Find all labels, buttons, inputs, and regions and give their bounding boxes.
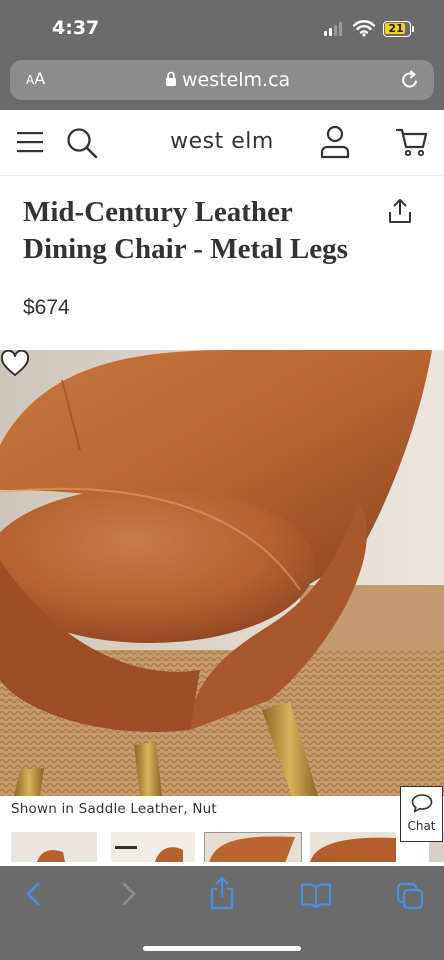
tabs-icon[interactable]: [396, 882, 424, 910]
product-image[interactable]: [0, 350, 444, 796]
thumbnail-1[interactable]: [11, 832, 97, 862]
text-size-button[interactable]: AA: [26, 69, 45, 88]
product-info: Mid-Century Leather Dining Chair - Metal…: [0, 176, 444, 350]
signal-strength-icon: [324, 22, 344, 36]
share-sheet-icon[interactable]: [209, 876, 235, 910]
browser-address-area: AA westelm.ca: [0, 56, 444, 110]
status-bar: 4:37 21: [0, 0, 444, 56]
wifi-icon: [353, 20, 375, 37]
thumbnail-2[interactable]: [111, 832, 195, 862]
image-caption: Shown in Saddle Leather, Nut: [11, 801, 217, 817]
url-text[interactable]: westelm.ca: [182, 69, 290, 91]
battery-icon: 21: [383, 21, 411, 37]
text-size-large-glyph: A: [34, 69, 46, 88]
heart-icon[interactable]: [0, 350, 30, 378]
share-icon[interactable]: [388, 198, 412, 224]
address-bar[interactable]: AA westelm.ca: [10, 60, 434, 100]
chat-button[interactable]: Chat: [400, 786, 443, 842]
chat-icon: [411, 794, 433, 813]
chair-photo: [0, 350, 444, 796]
status-time: 4:37: [52, 17, 100, 39]
chat-label: Chat: [407, 819, 436, 833]
product-title: Mid-Century Leather Dining Chair - Metal…: [23, 196, 348, 265]
battery-tip: [412, 26, 414, 32]
cart-icon[interactable]: [396, 127, 428, 157]
product-price: $674: [23, 296, 70, 319]
brand-logo[interactable]: west elm: [0, 129, 444, 154]
thumbnail-3[interactable]: [204, 832, 302, 862]
thumbnail-4[interactable]: [310, 832, 396, 862]
battery-level: 21: [388, 22, 404, 35]
lock-icon: [166, 71, 176, 86]
home-indicator[interactable]: [143, 946, 301, 951]
text-size-small-glyph: A: [26, 73, 35, 87]
browser-toolbar: [0, 866, 444, 960]
site-header: west elm: [0, 110, 444, 176]
reload-icon[interactable]: [399, 69, 421, 91]
account-icon[interactable]: [320, 125, 350, 159]
forward-icon[interactable]: [120, 880, 138, 908]
bookmarks-icon[interactable]: [300, 882, 332, 908]
image-caption-strip: Shown in Saddle Leather, Nut Chat: [0, 786, 444, 866]
back-icon[interactable]: [24, 880, 42, 908]
